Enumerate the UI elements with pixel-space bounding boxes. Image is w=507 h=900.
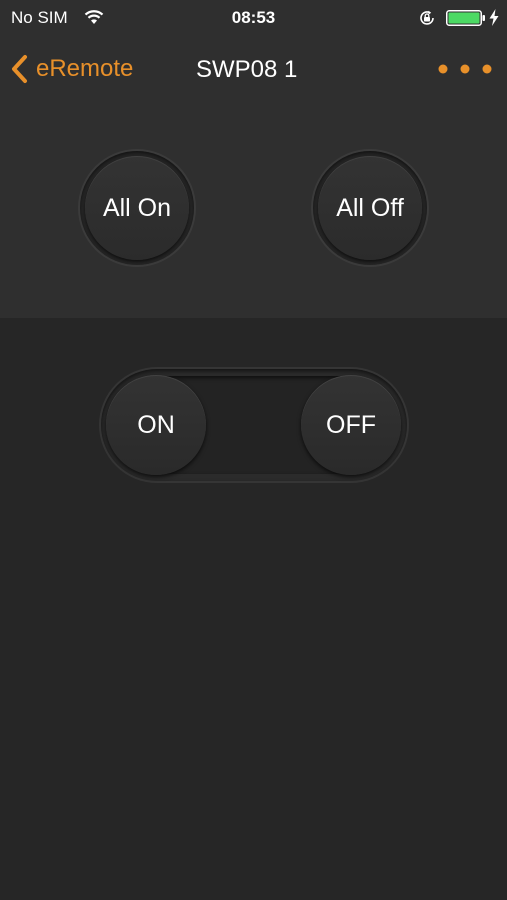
status-bar: No SIM 08:53 bbox=[0, 0, 507, 36]
on-button[interactable]: ON bbox=[106, 375, 206, 475]
all-on-button-face: All On bbox=[85, 156, 189, 260]
all-off-button[interactable]: All Off bbox=[313, 151, 427, 265]
orientation-lock-icon bbox=[420, 10, 434, 25]
off-button[interactable]: OFF bbox=[301, 375, 401, 475]
back-button[interactable]: eRemote bbox=[10, 52, 133, 86]
all-off-button-face: All Off bbox=[318, 156, 422, 260]
charging-bolt-icon bbox=[489, 9, 499, 26]
navigation-bar: eRemote SWP08 1 bbox=[0, 36, 507, 102]
chevron-left-icon bbox=[12, 55, 27, 83]
battery-icon bbox=[446, 10, 485, 26]
off-label: OFF bbox=[326, 410, 376, 439]
more-dots-icon[interactable] bbox=[434, 60, 496, 78]
all-on-button[interactable]: All On bbox=[80, 151, 194, 265]
on-label: ON bbox=[137, 410, 175, 439]
all-off-label: All Off bbox=[336, 193, 404, 222]
all-on-label: All On bbox=[102, 193, 172, 222]
back-button-label: eRemote bbox=[36, 55, 134, 82]
page-title: SWP08 1 bbox=[196, 56, 298, 83]
